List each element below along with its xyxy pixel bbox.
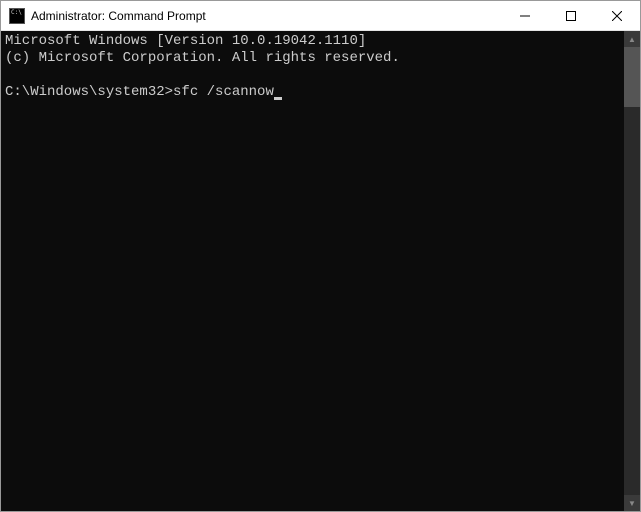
close-button[interactable] <box>594 1 640 30</box>
version-line: Microsoft Windows [Version 10.0.19042.11… <box>5 33 366 49</box>
command-input[interactable]: sfc /scannow <box>173 84 274 100</box>
window-controls <box>502 1 640 30</box>
cmd-icon <box>9 8 25 24</box>
titlebar[interactable]: Administrator: Command Prompt <box>1 1 640 31</box>
maximize-button[interactable] <box>548 1 594 30</box>
scroll-down-button[interactable]: ▼ <box>624 495 640 511</box>
copyright-line: (c) Microsoft Corporation. All rights re… <box>5 50 400 66</box>
minimize-button[interactable] <box>502 1 548 30</box>
command-prompt-window: Administrator: Command Prompt Microsoft … <box>0 0 641 512</box>
text-cursor <box>274 97 282 100</box>
window-title: Administrator: Command Prompt <box>31 9 502 23</box>
terminal-wrapper: Microsoft Windows [Version 10.0.19042.11… <box>1 31 640 511</box>
scroll-up-button[interactable]: ▲ <box>624 31 640 47</box>
prompt: C:\Windows\system32> <box>5 84 173 100</box>
scroll-thumb[interactable] <box>624 47 640 107</box>
scrollbar[interactable]: ▲ ▼ <box>624 31 640 511</box>
terminal-content[interactable]: Microsoft Windows [Version 10.0.19042.11… <box>1 31 624 511</box>
